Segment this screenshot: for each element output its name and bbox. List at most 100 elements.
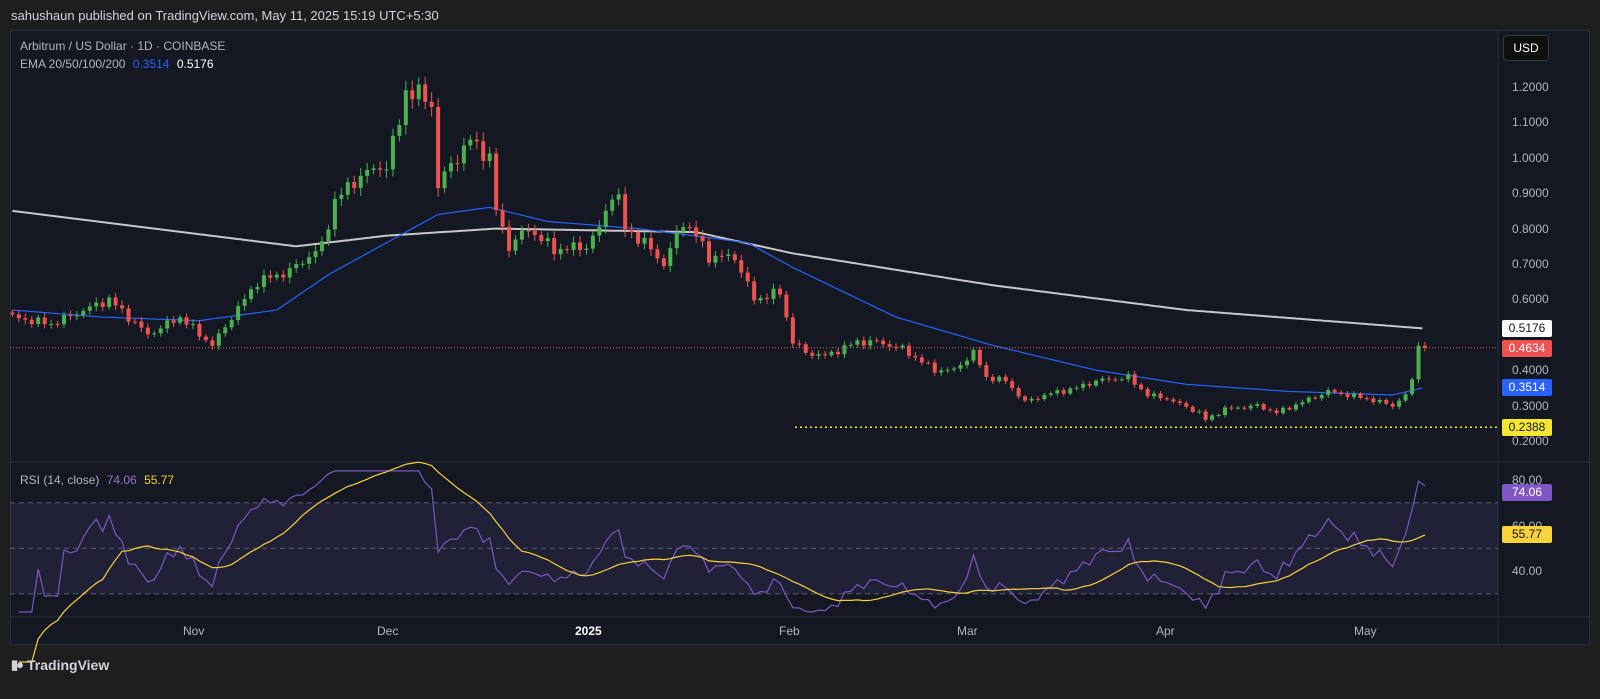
candle-body [203, 336, 208, 341]
tradingview-logo[interactable]: ▮● TradingView [11, 657, 109, 673]
candle-body [874, 340, 879, 342]
ema-label: EMA 20/50/100/200 [20, 57, 126, 71]
candle-body [1216, 415, 1221, 417]
candle-body [1319, 395, 1324, 399]
candle-body [216, 333, 221, 346]
candle-body [590, 235, 595, 249]
time-tick: 2025 [575, 624, 602, 638]
ema50-line [12, 206, 1423, 396]
candle-body [1377, 399, 1382, 403]
candle-body [894, 346, 899, 348]
candle-body [1242, 407, 1247, 409]
candle-body [687, 227, 692, 229]
candle-body [94, 302, 99, 307]
chart-canvas[interactable] [0, 0, 1600, 699]
candle-body [1171, 399, 1176, 402]
candle-body [713, 255, 718, 263]
candle-body [1010, 381, 1015, 389]
candle-body [29, 319, 34, 325]
ema-legend[interactable]: EMA 20/50/100/200 0.3514 0.5176 [20, 57, 214, 71]
price-tick: 0.7000 [1512, 257, 1549, 271]
candle-body [281, 274, 286, 278]
candle-body [449, 163, 453, 172]
candle-body [771, 288, 776, 300]
candle-body [707, 241, 711, 263]
candle-body [984, 365, 989, 377]
candle-body [1229, 407, 1234, 409]
candle-body [345, 182, 350, 195]
currency-button[interactable]: USD [1503, 35, 1549, 61]
price-tick: 1.1000 [1512, 115, 1549, 130]
candle-body [403, 90, 408, 126]
rsi-tick: 40.00 [1512, 564, 1543, 578]
candle-body [752, 281, 757, 301]
candle-body [1048, 393, 1053, 395]
time-tick: Nov [183, 624, 205, 638]
candle-body [223, 327, 228, 334]
candle-body [1055, 390, 1060, 394]
candle-body [436, 106, 441, 189]
candle-body [926, 362, 931, 364]
candle-body [990, 376, 995, 382]
candle-body [274, 274, 279, 278]
candle-body [1371, 398, 1376, 403]
candle-body [300, 263, 305, 265]
candle-body [1164, 398, 1169, 400]
candle-body [384, 169, 389, 171]
candle-body [1100, 378, 1105, 381]
candle-body [1190, 406, 1195, 412]
candle-body [1293, 404, 1298, 410]
candle-body [939, 370, 944, 373]
candle-body [597, 226, 602, 236]
time-tick: Dec [377, 624, 399, 638]
candle-body [1306, 397, 1311, 403]
candle-body [474, 139, 479, 142]
candle-body [913, 355, 918, 358]
candle-body [1248, 405, 1253, 409]
candle-body [1042, 394, 1047, 400]
candle-body [681, 227, 686, 232]
candle-body [745, 272, 750, 282]
price-tick: 0.9000 [1512, 186, 1549, 201]
candle-body [320, 241, 324, 252]
candle-body [777, 288, 782, 295]
candle-body [1358, 393, 1363, 399]
candle-body [152, 333, 157, 335]
candle-body [552, 238, 557, 255]
rsi-legend[interactable]: RSI (14, close) 74.06 55.77 [20, 473, 174, 487]
candle-body [1261, 404, 1266, 410]
candle-body [971, 349, 976, 361]
candle-body [371, 168, 376, 171]
candle-body [1268, 409, 1273, 411]
candle-body [294, 264, 299, 269]
candle-body [810, 352, 815, 356]
candle-body [906, 345, 911, 356]
candle-body [229, 320, 234, 328]
candle-body [784, 294, 789, 318]
candle-body [1364, 398, 1369, 400]
candle-body [10, 312, 15, 315]
candle-body [1035, 398, 1040, 400]
candle-body [765, 297, 770, 300]
candle-body [1235, 407, 1240, 409]
candle-body [1152, 393, 1157, 397]
candle-body [507, 226, 512, 251]
candle-body [513, 239, 518, 251]
candle-body [965, 360, 969, 366]
candle-body [578, 242, 582, 250]
candle-body [1339, 392, 1344, 394]
candle-body [62, 315, 66, 325]
candle-body [816, 354, 821, 356]
symbol-title[interactable]: Arbitrum / US Dollar · 1D · COINBASE [20, 39, 225, 53]
candle-body [1074, 387, 1079, 389]
candle-body [1397, 400, 1402, 407]
candle-body [887, 344, 892, 347]
candle-body [365, 170, 370, 176]
price-tick: 0.6000 [1512, 292, 1549, 307]
candle-body [197, 323, 202, 337]
candle-body [158, 328, 163, 334]
rsi-ma-value: 55.77 [144, 473, 175, 487]
ema50-value: 0.3514 [132, 57, 170, 71]
candle-body [429, 101, 434, 107]
rsi-value: 74.06 [106, 473, 137, 487]
